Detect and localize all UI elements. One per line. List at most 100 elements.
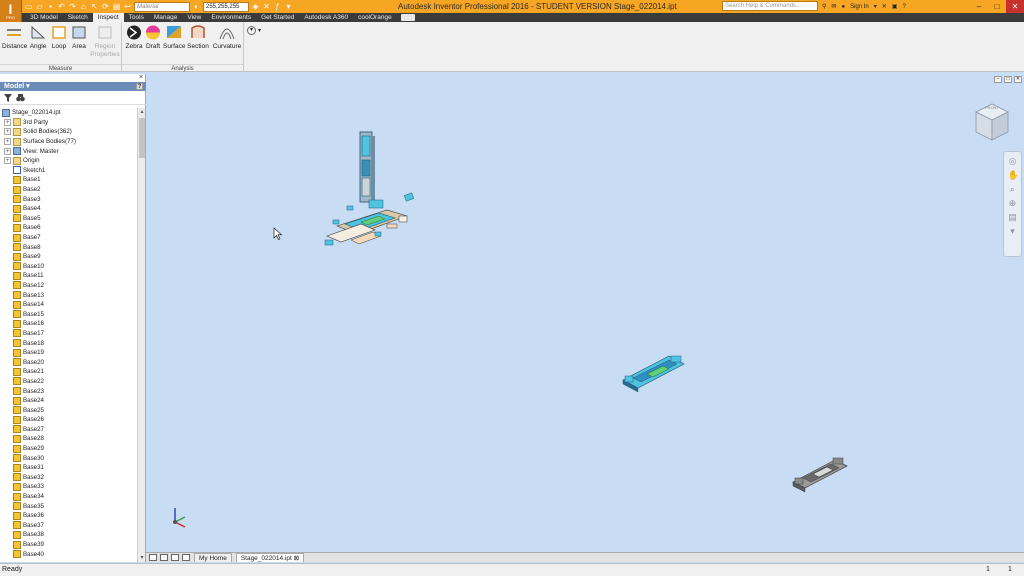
tab-view[interactable]: View: [182, 13, 206, 22]
tree-node[interactable]: Base10: [0, 262, 137, 272]
tree-node[interactable]: + Origin: [0, 156, 137, 166]
tree-node[interactable]: Base15: [0, 309, 137, 319]
tree-node[interactable]: Base7: [0, 233, 137, 243]
distance-button[interactable]: Distance: [2, 25, 27, 50]
pan-icon[interactable]: ✋: [1008, 170, 1019, 180]
tree-node[interactable]: Base35: [0, 501, 137, 511]
properties-icon[interactable]: ▤: [112, 2, 121, 11]
tree-node[interactable]: + Solid Bodies(362): [0, 127, 137, 137]
chat-icon[interactable]: ✉: [831, 3, 836, 10]
viewport-restore-button[interactable]: □: [1004, 76, 1012, 83]
tree-node[interactable]: Base27: [0, 425, 137, 435]
tab-autodesk-a360[interactable]: Autodesk A360: [299, 13, 353, 22]
area-button[interactable]: Area: [70, 25, 88, 50]
tree-node[interactable]: Base33: [0, 482, 137, 492]
tree-node[interactable]: Base37: [0, 521, 137, 531]
section-button[interactable]: Section: [186, 25, 210, 50]
expand-icon[interactable]: +: [4, 128, 11, 136]
angle-button[interactable]: Angle: [28, 25, 48, 50]
tree-node[interactable]: Base17: [0, 329, 137, 339]
tab-my-home[interactable]: My Home: [194, 553, 232, 562]
region-properties-button[interactable]: Region Properties: [90, 25, 120, 59]
browser-close-button[interactable]: ×: [137, 74, 145, 81]
tab-3d-model[interactable]: 3D Model: [25, 13, 63, 22]
tab-get-started[interactable]: Get Started: [256, 13, 299, 22]
tab-sketch[interactable]: Sketch: [63, 13, 93, 22]
qat-dropdown-icon[interactable]: ▾: [284, 2, 293, 11]
tree-node[interactable]: Base36: [0, 511, 137, 521]
appearance-icon[interactable]: ◐: [192, 2, 201, 11]
new-icon[interactable]: ▭: [24, 2, 33, 11]
browser-title[interactable]: Model ▾: [4, 83, 30, 90]
tree-node[interactable]: Base30: [0, 453, 137, 463]
cascade-icon[interactable]: [171, 554, 179, 561]
tab-stage-document[interactable]: Stage_022014.ipt ⊠: [235, 553, 305, 562]
model-assembly-1[interactable]: [324, 131, 415, 246]
tree-node[interactable]: Base12: [0, 281, 137, 291]
exchange-icon[interactable]: ✕: [882, 3, 887, 10]
tree-node[interactable]: Base3: [0, 194, 137, 204]
orbit-icon[interactable]: ⊕: [1008, 198, 1018, 208]
tree-node[interactable]: +3rd Party: [0, 118, 137, 128]
filter-icon[interactable]: [4, 94, 12, 102]
tree-node[interactable]: Base5: [0, 214, 137, 224]
tree-node[interactable]: Base39: [0, 540, 137, 550]
home-icon[interactable]: ⌂: [79, 2, 88, 11]
tree-node[interactable]: + View: Master: [0, 146, 137, 156]
arrange-icon[interactable]: [182, 554, 190, 561]
tree-node[interactable]: Sketch1: [0, 166, 137, 176]
tab-coolorange[interactable]: coolOrange: [353, 13, 397, 22]
expand-icon[interactable]: +: [4, 138, 11, 146]
material-dropdown[interactable]: Material: [134, 1, 190, 12]
scroll-down-icon[interactable]: ▾: [138, 554, 146, 562]
options-icon[interactable]: ▾: [247, 26, 256, 35]
options-dropdown-icon[interactable]: ▾: [258, 27, 261, 34]
sign-in-dropdown-icon[interactable]: ▾: [874, 3, 877, 10]
scroll-thumb[interactable]: [139, 118, 145, 158]
fx-icon[interactable]: ƒ: [273, 2, 282, 11]
curvature-button[interactable]: Curvature: [212, 25, 242, 50]
loop-button[interactable]: Loop: [50, 25, 68, 50]
tree-node[interactable]: Base29: [0, 444, 137, 454]
tree-node[interactable]: Base40: [0, 549, 137, 559]
surface-button[interactable]: Surface: [163, 25, 185, 50]
tree-node[interactable]: Base18: [0, 338, 137, 348]
tree-node[interactable]: Base24: [0, 396, 137, 406]
browser-header[interactable]: Model ▾ ?: [0, 82, 146, 91]
a360-icon[interactable]: ▣: [892, 3, 898, 10]
close-button[interactable]: ✕: [1006, 0, 1024, 13]
viewcube[interactable]: FRONT: [970, 100, 1014, 146]
steering-wheel-icon[interactable]: ◎: [1008, 156, 1018, 166]
tree-node[interactable]: Base20: [0, 357, 137, 367]
return-icon[interactable]: ↩: [123, 2, 132, 11]
undo-icon[interactable]: ↶: [57, 2, 66, 11]
tree-node[interactable]: Base19: [0, 348, 137, 358]
tree-node[interactable]: Base23: [0, 386, 137, 396]
search-input[interactable]: Search Help & Commands...: [722, 1, 818, 11]
tree-node[interactable]: Base13: [0, 290, 137, 300]
find-icon[interactable]: [16, 94, 25, 102]
browser-scrollbar[interactable]: ▴ ▾: [137, 108, 145, 562]
tree-root[interactable]: Stage_022014.ipt: [0, 108, 137, 118]
tree-node[interactable]: + Surface Bodies(77): [0, 137, 137, 147]
model-assembly-2[interactable]: [622, 355, 685, 393]
tree-node[interactable]: Base1: [0, 175, 137, 185]
tree-node[interactable]: Base11: [0, 271, 137, 281]
maximize-button[interactable]: □: [988, 0, 1006, 13]
tree-node[interactable]: Base34: [0, 492, 137, 502]
tree-node[interactable]: Base8: [0, 242, 137, 252]
graphics-window[interactable]: – □ ✕: [147, 74, 1024, 552]
save-icon[interactable]: ▪: [46, 2, 55, 11]
expand-icon[interactable]: +: [4, 147, 11, 155]
tab-environments[interactable]: Environments: [206, 13, 256, 22]
app-menu-button[interactable]: I PRO: [0, 0, 22, 22]
ribbon-toggle-icon[interactable]: [400, 14, 415, 21]
tree-node[interactable]: Base26: [0, 415, 137, 425]
select-icon[interactable]: ↖: [90, 2, 99, 11]
expand-icon[interactable]: +: [4, 157, 11, 165]
look-at-icon[interactable]: ▤: [1008, 212, 1018, 222]
tree-node[interactable]: Base22: [0, 377, 137, 387]
browser-help-button[interactable]: ?: [136, 83, 143, 90]
viewport-close-button[interactable]: ✕: [1014, 76, 1022, 83]
open-icon[interactable]: ▱: [35, 2, 44, 11]
